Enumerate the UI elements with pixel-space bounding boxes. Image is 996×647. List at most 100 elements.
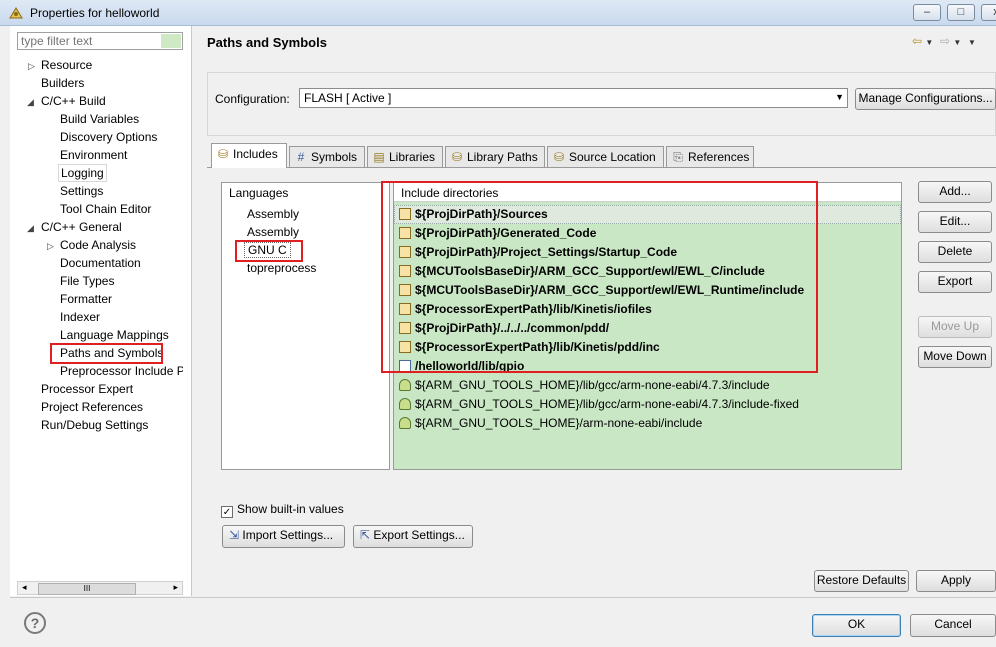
show-builtin-checkbox[interactable]: ✓ Show built-in values [221,502,344,518]
manage-configurations-button[interactable]: Manage Configurations... [855,88,996,110]
forward-arrow-icon[interactable]: ⇨ [940,34,950,48]
move-down-button[interactable]: Move Down [918,346,992,368]
collapse-cpp-general-icon[interactable]: ◢ [27,223,34,234]
tab-symbols-label: Symbols [311,150,358,164]
tree-item-cpp-build[interactable]: C/C++ Build [41,93,106,109]
restore-defaults-button[interactable]: Restore Defaults [814,570,909,592]
tree-item-build-variables[interactable]: Build Variables [60,111,139,127]
highlight-paths-and-symbols [50,343,163,364]
cancel-button[interactable]: Cancel [910,614,996,637]
export-settings-button[interactable]: ⇱ Export Settings... [353,525,473,548]
language-item[interactable]: Assembly [247,207,299,221]
scroll-thumb[interactable]: III [38,583,136,595]
tab-includes-label: Includes [233,147,278,161]
expand-code-analysis-icon[interactable]: ▷ [47,241,54,252]
include-row-builtin[interactable]: ${ARM_GNU_TOOLS_HOME}/arm-none-eabi/incl… [399,415,702,431]
minimize-button[interactable]: – [913,4,941,21]
tree-item-cpp-general[interactable]: C/C++ General [41,219,122,235]
tree-item-discovery-options[interactable]: Discovery Options [60,129,157,145]
clear-filter-icon[interactable] [161,34,181,48]
filter-field[interactable] [17,32,183,50]
tree-item-code-analysis[interactable]: Code Analysis [60,237,136,253]
library-icon: ▤ [373,150,385,164]
history-nav[interactable]: ⇦ ▼ ⇨ ▼ ▼ [912,34,976,48]
tree-item-builders[interactable]: Builders [41,75,84,91]
chevron-down-icon[interactable]: ▼ [835,92,844,102]
import-settings-button[interactable]: ⇲ Import Settings... [222,525,345,548]
apply-button[interactable]: Apply [916,570,996,592]
tree-item-processor-expert[interactable]: Processor Expert [41,381,133,397]
source-folder-icon: ⛁ [553,150,565,164]
tab-library-paths[interactable]: ⛁ Library Paths [445,146,545,167]
tree-item-environment[interactable]: Environment [60,147,127,163]
system-include-icon [399,398,411,410]
include-path: ${ARM_GNU_TOOLS_HOME}/arm-none-eabi/incl… [415,416,703,430]
footer-separator [10,597,996,598]
configuration-select[interactable]: FLASH [ Active ] ▼ [299,88,848,108]
page-title: Paths and Symbols [207,35,327,50]
tab-libraries[interactable]: ▤ Libraries [367,146,443,167]
tree-item-language-mappings[interactable]: Language Mappings [60,327,169,343]
reference-icon: ⎘ [673,150,683,164]
include-path: ${ARM_GNU_TOOLS_HOME}/lib/gcc/arm-none-e… [415,397,799,411]
tree-item-file-types[interactable]: File Types [60,273,114,289]
tree-item-run-debug-settings[interactable]: Run/Debug Settings [41,417,148,433]
tab-symbols[interactable]: # Symbols [289,146,365,167]
language-item[interactable]: topreprocess [247,261,316,275]
configuration-label: Configuration: [215,92,290,106]
export-button[interactable]: Export [918,271,992,293]
tab-references[interactable]: ⎘ References [666,146,754,167]
system-include-icon [399,417,411,429]
configuration-value: FLASH [ Active ] [304,91,392,105]
move-up-button[interactable]: Move Up [918,316,992,338]
back-menu-icon[interactable]: ▼ [925,38,933,47]
forward-menu-icon[interactable]: ▼ [953,38,961,47]
tab-libraries-label: Libraries [389,150,436,164]
tree-item-project-references[interactable]: Project References [41,399,143,415]
tab-source-location-label: Source Location [569,150,656,164]
tree-item-logging[interactable]: Logging [58,164,107,182]
checkbox-checked-icon[interactable]: ✓ [221,506,233,518]
window-title: Properties for helloworld [30,6,160,20]
language-item[interactable]: Assembly [247,225,299,239]
expand-resource-icon[interactable]: ▷ [28,61,35,72]
tree-item-tool-chain-editor[interactable]: Tool Chain Editor [60,201,151,217]
view-menu-icon[interactable]: ▼ [968,38,976,47]
tree-item-formatter[interactable]: Formatter [60,291,112,307]
import-icon: ⇲ [229,528,240,542]
include-row-builtin[interactable]: ${ARM_GNU_TOOLS_HOME}/lib/gcc/arm-none-e… [399,396,799,412]
tree-item-resource[interactable]: Resource [41,57,92,73]
tree-item-settings[interactable]: Settings [60,183,103,199]
scroll-right-icon[interactable]: ▸ [173,582,178,593]
tree-item-preprocessor-include[interactable]: Preprocessor Include Pa [60,363,183,379]
maximize-button[interactable]: □ [947,4,975,21]
languages-header: Languages [229,186,289,200]
close-icon: x [993,6,996,18]
include-row-builtin[interactable]: ${ARM_GNU_TOOLS_HOME}/lib/gcc/arm-none-e… [399,377,770,393]
hash-icon: # [297,150,305,164]
scroll-left-icon[interactable]: ◂ [22,582,27,593]
highlight-gnu-c [235,240,303,262]
tab-references-label: References [688,150,750,164]
add-button[interactable]: Add... [918,181,992,203]
maximize-icon: □ [957,6,965,18]
delete-button[interactable]: Delete [918,241,992,263]
tree-horizontal-scrollbar[interactable]: ◂ III ▸ [17,581,183,595]
filter-input[interactable] [18,33,164,49]
tree-item-indexer[interactable]: Indexer [60,309,100,325]
close-button[interactable]: x [981,4,996,21]
tree-item-documentation[interactable]: Documentation [60,255,141,271]
import-settings-label: Import Settings... [242,528,334,542]
back-arrow-icon[interactable]: ⇦ [912,34,922,48]
properties-icon [8,5,24,21]
tab-includes[interactable]: ⛁ Includes [211,143,287,168]
library-path-icon: ⛁ [451,150,463,164]
tab-source-location[interactable]: ⛁ Source Location [547,146,664,167]
highlight-include-directories [381,181,818,373]
edit-button[interactable]: Edit... [918,211,992,233]
include-folder-icon: ⛁ [217,147,229,161]
collapse-cpp-build-icon[interactable]: ◢ [27,97,34,108]
export-settings-label: Export Settings... [373,528,465,542]
ok-button[interactable]: OK [812,614,901,637]
help-icon[interactable]: ? [24,612,46,634]
